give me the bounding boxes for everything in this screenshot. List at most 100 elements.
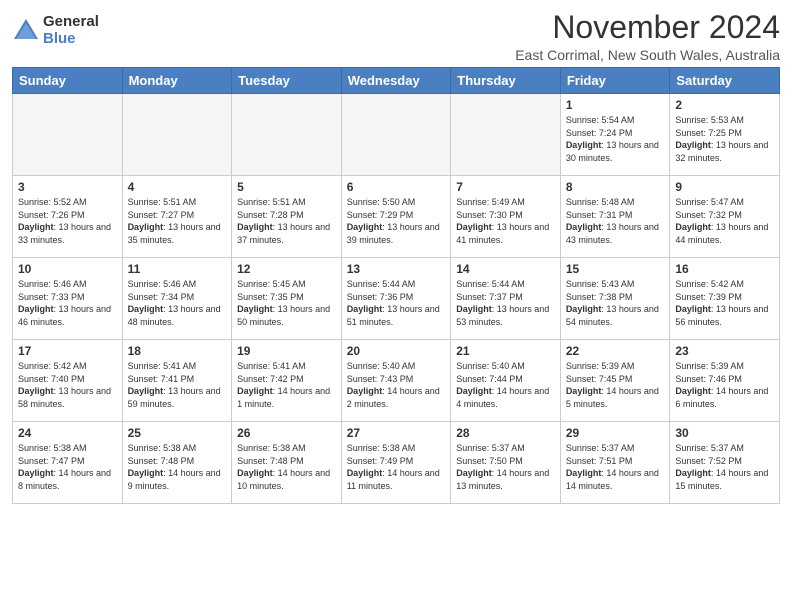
header-tuesday: Tuesday	[232, 68, 342, 94]
day-info: Sunrise: 5:50 AMSunset: 7:29 PMDaylight:…	[347, 196, 446, 246]
calendar-week-1: 1 Sunrise: 5:54 AMSunset: 7:24 PMDaylight…	[13, 94, 780, 176]
table-row: 11 Sunrise: 5:46 AMSunset: 7:34 PMDayligh…	[122, 258, 232, 340]
day-info: Sunrise: 5:38 AMSunset: 7:48 PMDaylight:…	[128, 442, 227, 492]
day-number: 17	[18, 344, 117, 358]
day-info: Sunrise: 5:37 AMSunset: 7:52 PMDaylight:…	[675, 442, 774, 492]
day-number: 11	[128, 262, 227, 276]
day-info: Sunrise: 5:42 AMSunset: 7:39 PMDaylight:…	[675, 278, 774, 328]
day-number: 13	[347, 262, 446, 276]
day-number: 21	[456, 344, 555, 358]
logo-icon	[12, 17, 40, 45]
table-row: 19Sunrise: 5:41 AMSunset: 7:42 PMDayligh…	[232, 340, 342, 422]
location-title: East Corrimal, New South Wales, Australi…	[515, 47, 780, 63]
day-number: 3	[18, 180, 117, 194]
table-row: 26Sunrise: 5:38 AMSunset: 7:48 PMDayligh…	[232, 422, 342, 504]
month-title: November 2024	[515, 10, 780, 45]
table-row: 22 Sunrise: 5:39 AMSunset: 7:45 PMDayligh…	[560, 340, 670, 422]
table-row: 4Sunrise: 5:51 AMSunset: 7:27 PMDaylight…	[122, 176, 232, 258]
day-number: 15	[566, 262, 665, 276]
day-number: 5	[237, 180, 336, 194]
day-info: Sunrise: 5:41 AMSunset: 7:42 PMDaylight:…	[237, 360, 336, 410]
day-number: 10	[18, 262, 117, 276]
day-number: 2	[675, 98, 774, 112]
header-wednesday: Wednesday	[341, 68, 451, 94]
logo-blue: Blue	[43, 31, 99, 48]
day-info: Sunrise: 5:37 AMSunset: 7:50 PMDaylight:…	[456, 442, 555, 492]
calendar-week-2: 3 Sunrise: 5:52 AMSunset: 7:26 PMDaylight…	[13, 176, 780, 258]
table-row: 13 Sunrise: 5:44 AMSunset: 7:36 PMDayligh…	[341, 258, 451, 340]
day-number: 27	[347, 426, 446, 440]
table-row: 27 Sunrise: 5:38 AMSunset: 7:49 PMDayligh…	[341, 422, 451, 504]
table-row: 2 Sunrise: 5:53 AMSunset: 7:25 PMDaylight…	[670, 94, 780, 176]
header-friday: Friday	[560, 68, 670, 94]
day-number: 8	[566, 180, 665, 194]
day-info: Sunrise: 5:46 AMSunset: 7:34 PMDaylight:…	[128, 278, 227, 328]
header-monday: Monday	[122, 68, 232, 94]
logo: General Blue	[12, 14, 99, 47]
calendar-header-row: Sunday Monday Tuesday Wednesday Thursday…	[13, 68, 780, 94]
table-row: 1 Sunrise: 5:54 AMSunset: 7:24 PMDaylight…	[560, 94, 670, 176]
day-number: 30	[675, 426, 774, 440]
table-row	[122, 94, 232, 176]
table-row: 3 Sunrise: 5:52 AMSunset: 7:26 PMDaylight…	[13, 176, 123, 258]
day-info: Sunrise: 5:38 AMSunset: 7:47 PMDaylight:…	[18, 442, 117, 492]
day-info: Sunrise: 5:39 AMSunset: 7:45 PMDaylight:…	[566, 360, 665, 410]
calendar-table: Sunday Monday Tuesday Wednesday Thursday…	[12, 67, 780, 504]
day-info: Sunrise: 5:52 AMSunset: 7:26 PMDaylight:…	[18, 196, 117, 246]
day-info: Sunrise: 5:44 AMSunset: 7:37 PMDaylight:…	[456, 278, 555, 328]
day-info: Sunrise: 5:38 AMSunset: 7:49 PMDaylight:…	[347, 442, 446, 492]
day-info: Sunrise: 5:40 AMSunset: 7:43 PMDaylight:…	[347, 360, 446, 410]
day-info: Sunrise: 5:40 AMSunset: 7:44 PMDaylight:…	[456, 360, 555, 410]
day-number: 28	[456, 426, 555, 440]
header: General Blue November 2024 East Corrimal…	[12, 10, 780, 63]
day-info: Sunrise: 5:38 AMSunset: 7:48 PMDaylight:…	[237, 442, 336, 492]
day-info: Sunrise: 5:51 AMSunset: 7:28 PMDaylight:…	[237, 196, 336, 246]
main-container: General Blue November 2024 East Corrimal…	[0, 0, 792, 512]
day-info: Sunrise: 5:41 AMSunset: 7:41 PMDaylight:…	[128, 360, 227, 410]
day-number: 24	[18, 426, 117, 440]
day-info: Sunrise: 5:45 AMSunset: 7:35 PMDaylight:…	[237, 278, 336, 328]
table-row: 29Sunrise: 5:37 AMSunset: 7:51 PMDayligh…	[560, 422, 670, 504]
table-row	[232, 94, 342, 176]
table-row: 24 Sunrise: 5:38 AMSunset: 7:47 PMDayligh…	[13, 422, 123, 504]
day-number: 14	[456, 262, 555, 276]
table-row: 12 Sunrise: 5:45 AMSunset: 7:35 PMDayligh…	[232, 258, 342, 340]
day-number: 6	[347, 180, 446, 194]
header-sunday: Sunday	[13, 68, 123, 94]
day-info: Sunrise: 5:44 AMSunset: 7:36 PMDaylight:…	[347, 278, 446, 328]
table-row	[13, 94, 123, 176]
day-number: 25	[128, 426, 227, 440]
day-info: Sunrise: 5:53 AMSunset: 7:25 PMDaylight:…	[675, 114, 774, 164]
day-info: Sunrise: 5:46 AMSunset: 7:33 PMDaylight:…	[18, 278, 117, 328]
table-row: 17 Sunrise: 5:42 AMSunset: 7:40 PMDayligh…	[13, 340, 123, 422]
calendar-week-5: 24 Sunrise: 5:38 AMSunset: 7:47 PMDayligh…	[13, 422, 780, 504]
day-number: 9	[675, 180, 774, 194]
day-info: Sunrise: 5:43 AMSunset: 7:38 PMDaylight:…	[566, 278, 665, 328]
table-row: 30 Sunrise: 5:37 AMSunset: 7:52 PMDayligh…	[670, 422, 780, 504]
header-thursday: Thursday	[451, 68, 561, 94]
table-row: 28 Sunrise: 5:37 AMSunset: 7:50 PMDayligh…	[451, 422, 561, 504]
table-row	[451, 94, 561, 176]
day-info: Sunrise: 5:49 AMSunset: 7:30 PMDaylight:…	[456, 196, 555, 246]
day-info: Sunrise: 5:54 AMSunset: 7:24 PMDaylight:…	[566, 114, 665, 164]
day-info: Sunrise: 5:42 AMSunset: 7:40 PMDaylight:…	[18, 360, 117, 410]
logo-general: General	[43, 14, 99, 31]
day-number: 12	[237, 262, 336, 276]
table-row: 15 Sunrise: 5:43 AMSunset: 7:38 PMDayligh…	[560, 258, 670, 340]
table-row: 7Sunrise: 5:49 AMSunset: 7:30 PMDaylight…	[451, 176, 561, 258]
table-row: 5 Sunrise: 5:51 AMSunset: 7:28 PMDaylight…	[232, 176, 342, 258]
table-row: 14 Sunrise: 5:44 AMSunset: 7:37 PMDayligh…	[451, 258, 561, 340]
day-number: 22	[566, 344, 665, 358]
table-row	[341, 94, 451, 176]
logo-text: General Blue	[43, 14, 99, 47]
header-saturday: Saturday	[670, 68, 780, 94]
table-row: 18 Sunrise: 5:41 AMSunset: 7:41 PMDayligh…	[122, 340, 232, 422]
day-number: 18	[128, 344, 227, 358]
table-row: 10 Sunrise: 5:46 AMSunset: 7:33 PMDayligh…	[13, 258, 123, 340]
day-info: Sunrise: 5:48 AMSunset: 7:31 PMDaylight:…	[566, 196, 665, 246]
table-row: 21 Sunrise: 5:40 AMSunset: 7:44 PMDayligh…	[451, 340, 561, 422]
day-number: 23	[675, 344, 774, 358]
day-info: Sunrise: 5:47 AMSunset: 7:32 PMDaylight:…	[675, 196, 774, 246]
day-number: 1	[566, 98, 665, 112]
day-info: Sunrise: 5:39 AMSunset: 7:46 PMDaylight:…	[675, 360, 774, 410]
